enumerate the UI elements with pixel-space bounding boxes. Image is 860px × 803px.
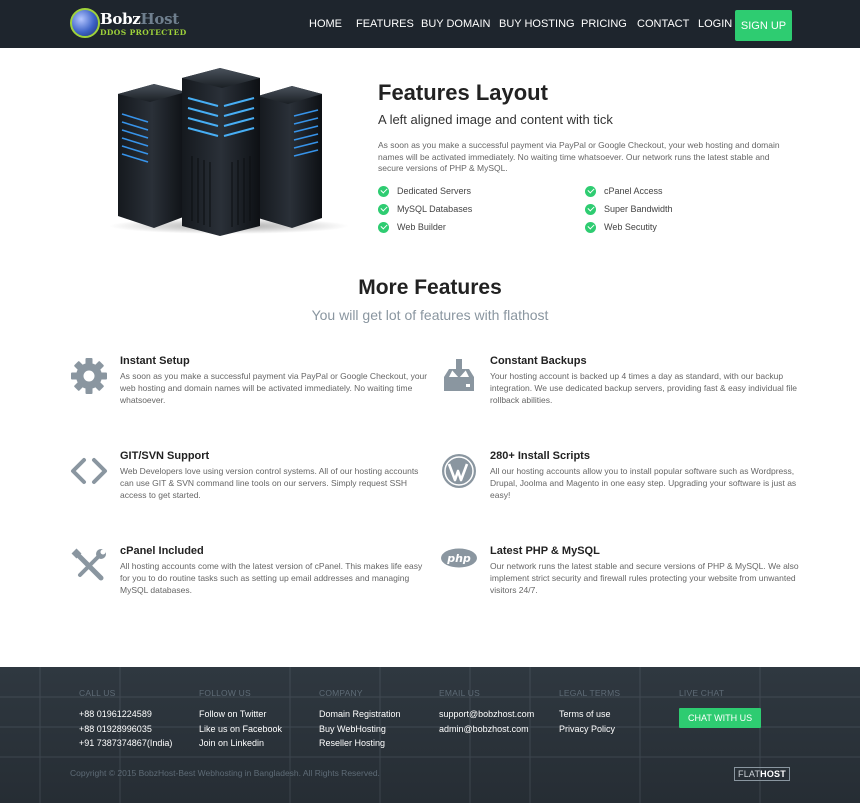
globe-icon xyxy=(70,8,100,38)
check-circle-icon xyxy=(585,203,596,215)
footer-link-facebook[interactable]: Like us on Facebook xyxy=(199,722,282,737)
check-circle-icon xyxy=(585,185,596,197)
wordpress-icon xyxy=(442,454,476,488)
brand-name: BobzHost xyxy=(100,10,179,28)
tools-icon xyxy=(71,548,106,581)
backup-tray-icon xyxy=(444,359,474,391)
nav-buy-domain[interactable]: BUY DOMAIN xyxy=(421,18,490,30)
footer-follow-us: FOLLOW US Follow on Twitter Like us on F… xyxy=(199,688,282,751)
more-features-subtitle: You will get lot of features with flatho… xyxy=(311,307,549,323)
server-rack-image xyxy=(109,68,349,236)
tick-item: Web Secutity xyxy=(585,220,657,234)
footer-legal: LEGAL TERMS Terms of use Privacy Policy xyxy=(559,688,620,736)
footer-link-webhosting[interactable]: Buy WebHosting xyxy=(319,722,401,737)
tick-item: MySQL Databases xyxy=(378,202,472,216)
footer-link-privacy[interactable]: Privacy Policy xyxy=(559,722,620,737)
feature-body: Our network runs the latest stable and s… xyxy=(490,561,799,595)
chat-with-us-button[interactable]: CHAT WITH US xyxy=(679,708,762,728)
footer-link-terms[interactable]: Terms of use xyxy=(559,707,620,722)
top-navbar: BobzHost DDOS PROTECTED HOME FEATURES BU… xyxy=(0,0,860,48)
footer-heading: COMPANY xyxy=(319,688,363,698)
footer-live-chat: LIVE CHAT CHAT WITH US xyxy=(679,688,762,728)
features-layout-subtitle: A left aligned image and content with ti… xyxy=(378,112,613,127)
feature-body: Your hosting account is backed up 4 time… xyxy=(490,371,797,405)
nav-contact[interactable]: CONTACT xyxy=(637,18,689,30)
footer-heading: CALL US xyxy=(79,688,116,698)
nav-buy-hosting[interactable]: BUY HOSTING xyxy=(499,18,575,30)
footer-email[interactable]: admin@bobzhost.com xyxy=(439,722,534,737)
footer-company: COMPANY Domain Registration Buy WebHosti… xyxy=(319,688,401,751)
check-circle-icon xyxy=(585,221,596,233)
footer-phone[interactable]: +91 7387374867(India) xyxy=(79,736,172,751)
footer-heading: LIVE CHAT xyxy=(679,688,725,698)
site-footer: CALL US +88 01961224589 +88 01928996035 … xyxy=(0,667,860,803)
tick-item: Dedicated Servers xyxy=(378,184,471,198)
nav-pricing[interactable]: PRICING xyxy=(581,18,627,30)
tick-item: Web Builder xyxy=(378,220,446,234)
php-icon: php xyxy=(441,548,477,568)
footer-email-us: EMAIL US support@bobzhost.com admin@bobz… xyxy=(439,688,534,736)
tick-item: cPanel Access xyxy=(585,184,663,198)
footer-link-domain[interactable]: Domain Registration xyxy=(319,707,401,722)
footer-link-reseller[interactable]: Reseller Hosting xyxy=(319,736,401,751)
feature-title: Constant Backups xyxy=(490,355,587,367)
feature-body: Web Developers love using version contro… xyxy=(120,466,419,500)
check-circle-icon xyxy=(378,203,389,215)
brand-tagline: DDOS PROTECTED xyxy=(100,28,187,37)
nav-home[interactable]: HOME xyxy=(309,18,342,30)
brand-logo[interactable]: BobzHost DDOS PROTECTED xyxy=(70,8,186,40)
footer-phone[interactable]: +88 01961224589 xyxy=(79,707,172,722)
footer-phone[interactable]: +88 01928996035 xyxy=(79,722,172,737)
copyright-text: Copyright © 2015 BobzHost-Best Webhostin… xyxy=(70,768,380,778)
footer-link-twitter[interactable]: Follow on Twitter xyxy=(199,707,282,722)
footer-link-linkedin[interactable]: Join on Linkedin xyxy=(199,736,282,751)
feature-title: GIT/SVN Support xyxy=(120,450,210,462)
feature-body: All our hosting accounts allow you to in… xyxy=(490,466,797,500)
footer-call-us: CALL US +88 01961224589 +88 01928996035 … xyxy=(79,688,172,751)
feature-body: As soon as you make a successful payment… xyxy=(120,371,428,405)
nav-login[interactable]: LOGIN xyxy=(698,18,732,30)
nav-features[interactable]: FEATURES xyxy=(356,18,414,30)
feature-title: Instant Setup xyxy=(120,355,190,367)
footer-heading: LEGAL TERMS xyxy=(559,688,621,698)
code-icon xyxy=(71,458,107,484)
footer-heading: FOLLOW US xyxy=(199,688,251,698)
check-circle-icon xyxy=(378,185,389,197)
tick-item: Super Bandwidth xyxy=(585,202,673,216)
check-circle-icon xyxy=(378,221,389,233)
feature-title: Latest PHP & MySQL xyxy=(490,545,600,557)
gear-icon xyxy=(71,358,107,394)
feature-body: All hosting accounts come with the lates… xyxy=(120,561,423,595)
feature-title: 280+ Install Scripts xyxy=(490,450,590,462)
features-layout-title: Features Layout xyxy=(378,80,548,105)
signup-button[interactable]: SIGN UP xyxy=(735,10,792,41)
footer-heading: EMAIL US xyxy=(439,688,480,698)
footer-email[interactable]: support@bobzhost.com xyxy=(439,707,534,722)
more-features-title: More Features xyxy=(358,276,502,299)
feature-title: cPanel Included xyxy=(120,545,204,557)
features-layout-body: As soon as you make a successful payment… xyxy=(378,140,780,173)
flathost-badge[interactable]: FLATHOST xyxy=(734,767,790,781)
svg-text:php: php xyxy=(446,552,471,565)
